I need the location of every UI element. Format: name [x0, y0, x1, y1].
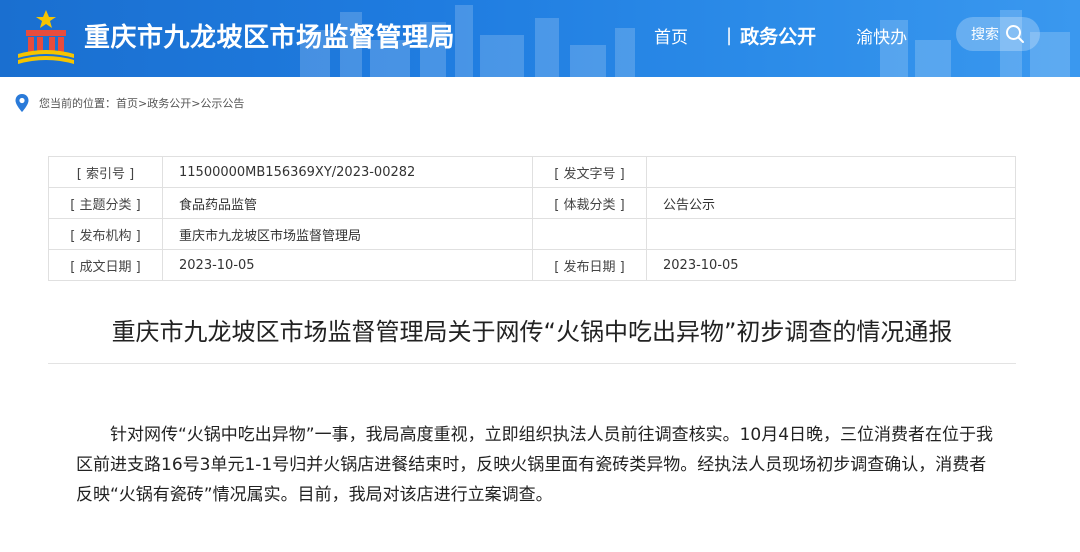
doc-no-label: [ 发文字号 ] — [532, 156, 647, 188]
nav-separator: | — [726, 24, 733, 46]
article-body: 针对网传“火锅中吃出异物”一事，我局高度重视，立即组织执法人员前往调查核实。10… — [76, 425, 994, 505]
table-row: [ 发布机构 ] 重庆市九龙坡区市场监督管理局 — [48, 218, 1016, 250]
empty-cell — [646, 218, 1016, 250]
breadcrumb: 您当前的位置： 首页 >政务公开 >公示公告 — [14, 92, 244, 114]
breadcrumb-gov-open[interactable]: >政务公开 — [138, 95, 191, 111]
breadcrumb-prefix: 您当前的位置： — [39, 97, 116, 110]
table-row: [ 主题分类 ] 食品药品监管 [ 体裁分类 ] 公告公示 — [48, 187, 1016, 219]
table-row: [ 成文日期 ] 2023-10-05 [ 发布日期 ] 2023-10-05 — [48, 249, 1016, 281]
subject-value: 食品药品监管 — [162, 187, 533, 219]
nav-fast-service[interactable]: 渝快办 — [856, 23, 907, 48]
index-no-label: [ 索引号 ] — [48, 156, 163, 188]
publish-date-value: 2023-10-05 — [646, 249, 1016, 281]
doc-no-value — [646, 156, 1016, 188]
location-pin-icon — [15, 94, 29, 112]
genre-label: [ 体裁分类 ] — [532, 187, 647, 219]
empty-cell — [532, 218, 647, 250]
written-date-label: [ 成文日期 ] — [48, 249, 163, 281]
search-button[interactable]: 搜索 — [956, 17, 1040, 51]
publisher-label: [ 发布机构 ] — [48, 218, 163, 250]
subject-label: [ 主题分类 ] — [48, 187, 163, 219]
breadcrumb-announcements[interactable]: >公示公告 — [191, 95, 244, 111]
publish-date-label: [ 发布日期 ] — [532, 249, 647, 281]
document-info-table: [ 索引号 ] 11500000MB156369XY/2023-00282 [ … — [48, 156, 1016, 281]
table-row: [ 索引号 ] 11500000MB156369XY/2023-00282 [ … — [48, 156, 1016, 188]
article-title: 重庆市九龙坡区市场监督管理局关于网传“火锅中吃出异物”初步调查的情况通报 — [111, 318, 953, 346]
gov-emblem-icon — [18, 10, 74, 64]
title-divider — [48, 363, 1016, 364]
site-title[interactable]: 重庆市九龙坡区市场监督管理局 — [84, 17, 455, 54]
nav-gov-open[interactable]: 政务公开 — [740, 22, 816, 49]
index-no-value: 11500000MB156369XY/2023-00282 — [162, 156, 533, 188]
genre-value: 公告公示 — [646, 187, 1016, 219]
search-label: 搜索 — [971, 27, 999, 43]
nav-home[interactable]: 首页 — [654, 23, 688, 48]
breadcrumb-home[interactable]: 首页 — [116, 95, 138, 111]
written-date-value: 2023-10-05 — [162, 249, 533, 281]
search-icon — [1006, 25, 1024, 43]
site-header: 重庆市九龙坡区市场监督管理局 首页 | 政务公开 渝快办 搜索 — [0, 0, 1080, 77]
main-nav: 首页 | 政务公开 渝快办 — [640, 20, 907, 50]
publisher-value: 重庆市九龙坡区市场监督管理局 — [162, 218, 533, 250]
